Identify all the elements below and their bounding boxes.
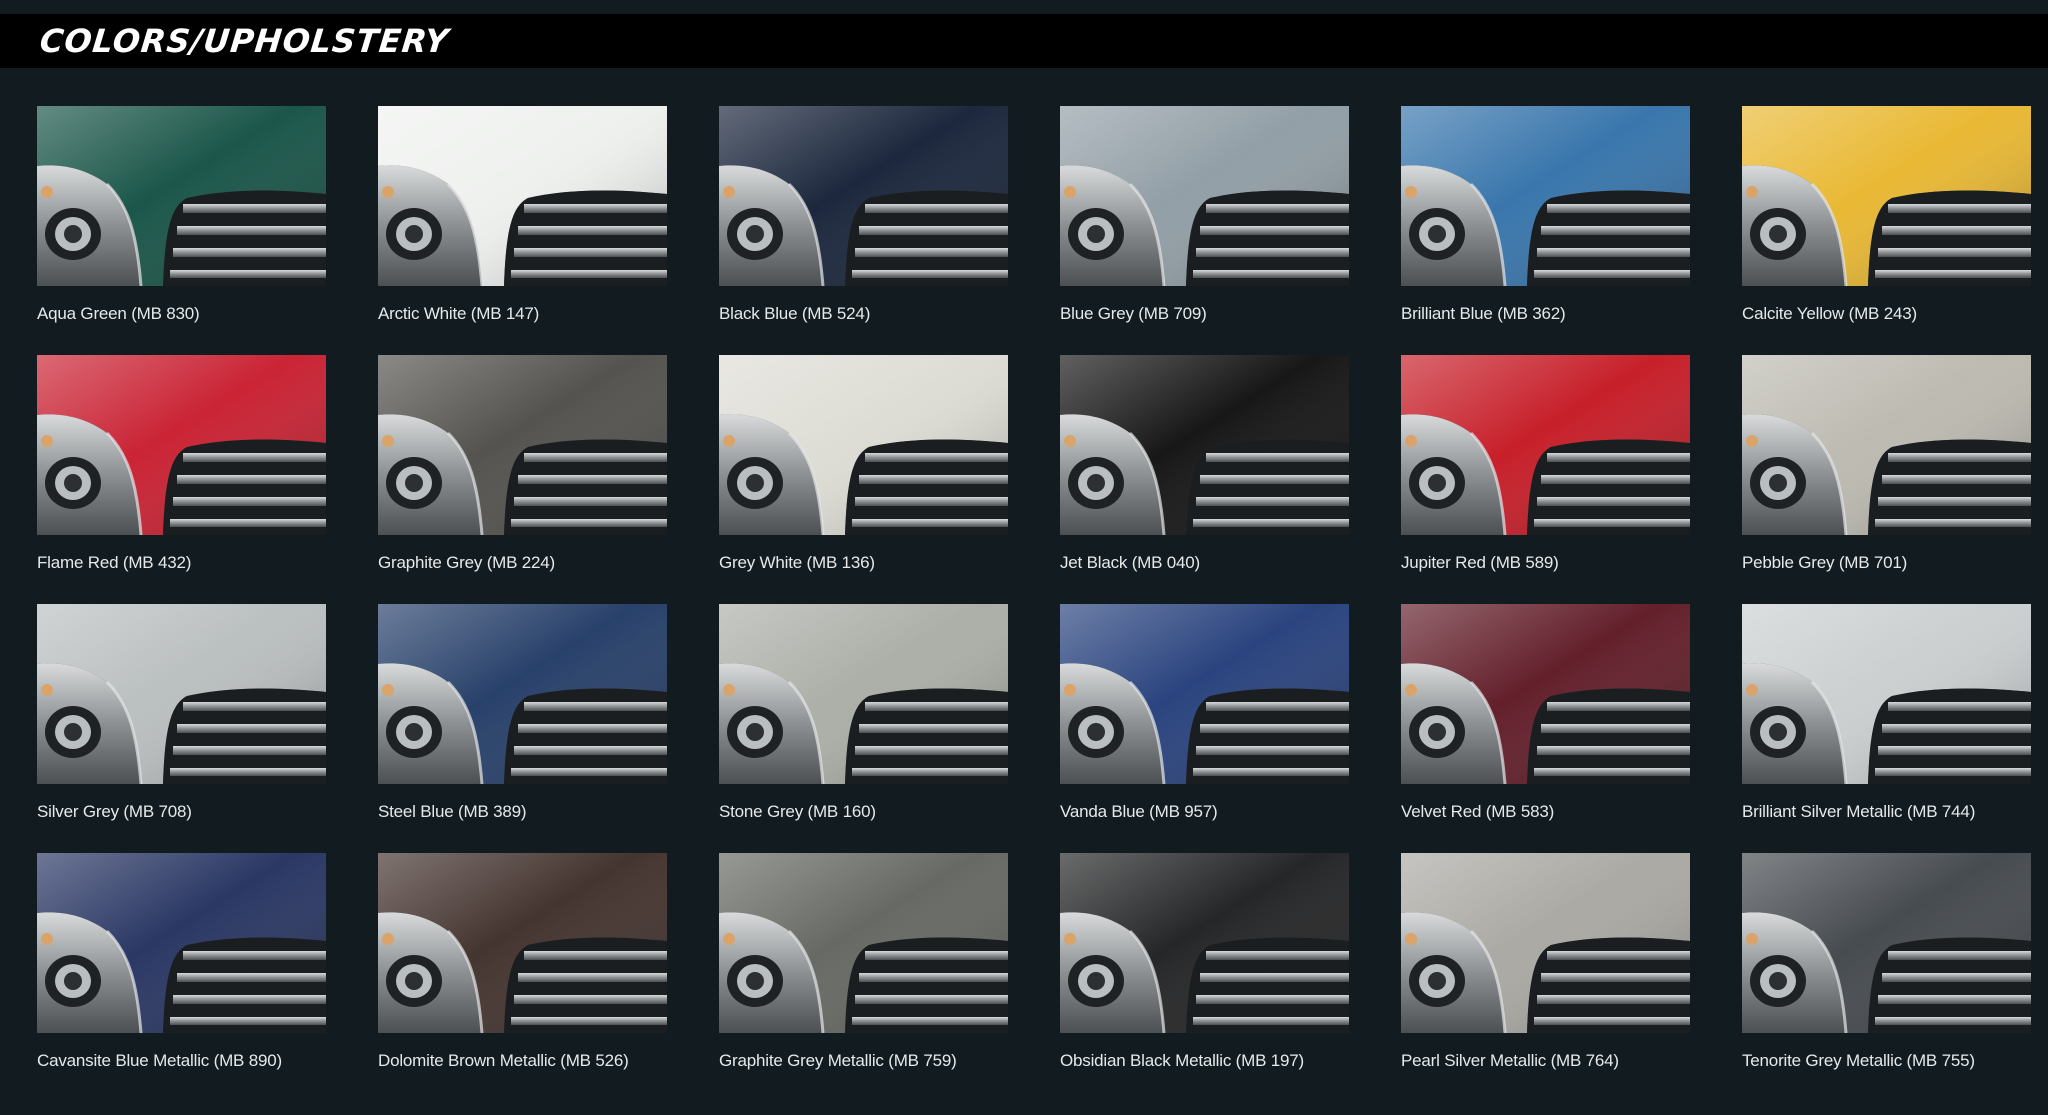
car-front-image <box>1401 853 1690 1033</box>
color-name-label: Silver Grey (MB 708) <box>37 802 192 821</box>
color-swatch[interactable]: Graphite Grey Metallic (MB 759) <box>719 853 1008 1102</box>
color-name-label: Graphite Grey (MB 224) <box>378 553 555 572</box>
car-front-image <box>1401 604 1690 784</box>
color-name-label: Arctic White (MB 147) <box>378 304 540 323</box>
car-front-image <box>37 355 326 535</box>
car-front-image <box>1401 106 1690 286</box>
car-front-image <box>719 355 1008 535</box>
color-swatch[interactable]: Brilliant Silver Metallic (MB 744) <box>1742 604 2031 853</box>
color-swatch[interactable]: Stone Grey (MB 160) <box>719 604 1008 853</box>
color-name-label: Vanda Blue (MB 957) <box>1060 802 1218 821</box>
car-front-image <box>719 106 1008 286</box>
header-bar: COLORS/UPHOLSTERY <box>0 14 2048 68</box>
color-swatch[interactable]: Graphite Grey (MB 224) <box>378 355 667 604</box>
color-name-label: Velvet Red (MB 583) <box>1401 802 1555 821</box>
color-name-label: Stone Grey (MB 160) <box>719 802 876 821</box>
car-front-image <box>1060 604 1349 784</box>
color-swatch[interactable]: Steel Blue (MB 389) <box>378 604 667 853</box>
color-name-label: Blue Grey (MB 709) <box>1060 304 1207 323</box>
color-name-label: Grey White (MB 136) <box>719 553 875 572</box>
car-front-image <box>719 853 1008 1033</box>
color-name-label: Calcite Yellow (MB 243) <box>1742 304 1917 323</box>
color-name-label: Graphite Grey Metallic (MB 759) <box>719 1051 957 1070</box>
color-swatch[interactable]: Silver Grey (MB 708) <box>37 604 326 853</box>
color-swatch-grid: Aqua Green (MB 830) Arctic White (MB 147)… <box>37 106 2033 1102</box>
car-front-image <box>378 604 667 784</box>
car-front-image <box>1742 355 2031 535</box>
color-name-label: Pearl Silver Metallic (MB 764) <box>1401 1051 1619 1070</box>
car-front-image <box>1060 853 1349 1033</box>
car-front-image <box>378 853 667 1033</box>
color-name-label: Steel Blue (MB 389) <box>378 802 527 821</box>
car-front-image <box>1401 355 1690 535</box>
color-swatch[interactable]: Velvet Red (MB 583) <box>1401 604 1690 853</box>
color-swatch[interactable]: Dolomite Brown Metallic (MB 526) <box>378 853 667 1102</box>
color-swatch[interactable]: Calcite Yellow (MB 243) <box>1742 106 2031 355</box>
color-swatch[interactable]: Blue Grey (MB 709) <box>1060 106 1349 355</box>
car-front-image <box>1742 106 2031 286</box>
page-title: COLORS/UPHOLSTERY <box>38 22 451 60</box>
color-name-label: Tenorite Grey Metallic (MB 755) <box>1742 1051 1975 1070</box>
color-swatch[interactable]: Obsidian Black Metallic (MB 197) <box>1060 853 1349 1102</box>
color-name-label: Cavansite Blue Metallic (MB 890) <box>37 1051 282 1070</box>
color-name-label: Brilliant Silver Metallic (MB 744) <box>1742 802 1976 821</box>
color-swatch[interactable]: Tenorite Grey Metallic (MB 755) <box>1742 853 2031 1102</box>
color-swatch[interactable]: Jupiter Red (MB 589) <box>1401 355 1690 604</box>
color-name-label: Dolomite Brown Metallic (MB 526) <box>378 1051 629 1070</box>
color-name-label: Pebble Grey (MB 701) <box>1742 553 1908 572</box>
car-front-image <box>37 604 326 784</box>
color-swatch[interactable]: Pearl Silver Metallic (MB 764) <box>1401 853 1690 1102</box>
color-swatch[interactable]: Grey White (MB 136) <box>719 355 1008 604</box>
color-swatch[interactable]: Brilliant Blue (MB 362) <box>1401 106 1690 355</box>
color-swatch[interactable]: Jet Black (MB 040) <box>1060 355 1349 604</box>
color-swatch[interactable]: Aqua Green (MB 830) <box>37 106 326 355</box>
color-swatch[interactable]: Black Blue (MB 524) <box>719 106 1008 355</box>
car-front-image <box>378 106 667 286</box>
color-swatch[interactable]: Pebble Grey (MB 701) <box>1742 355 2031 604</box>
car-front-image <box>719 604 1008 784</box>
color-name-label: Jupiter Red (MB 589) <box>1401 553 1559 572</box>
color-name-label: Aqua Green (MB 830) <box>37 304 200 323</box>
color-name-label: Obsidian Black Metallic (MB 197) <box>1060 1051 1304 1070</box>
car-front-image <box>1060 355 1349 535</box>
color-swatch[interactable]: Vanda Blue (MB 957) <box>1060 604 1349 853</box>
color-name-label: Flame Red (MB 432) <box>37 553 192 572</box>
color-name-label: Brilliant Blue (MB 362) <box>1401 304 1566 323</box>
color-name-label: Jet Black (MB 040) <box>1060 553 1201 572</box>
color-swatch[interactable]: Cavansite Blue Metallic (MB 890) <box>37 853 326 1102</box>
car-front-image <box>37 853 326 1033</box>
car-front-image <box>378 355 667 535</box>
car-front-image <box>37 106 326 286</box>
car-front-image <box>1742 853 2031 1033</box>
car-front-image <box>1742 604 2031 784</box>
color-swatch[interactable]: Arctic White (MB 147) <box>378 106 667 355</box>
car-front-image <box>1060 106 1349 286</box>
color-name-label: Black Blue (MB 524) <box>719 304 871 323</box>
colors-upholstery-page: COLORS/UPHOLSTERY Aqua Green (MB 830) Arc… <box>0 0 2048 1115</box>
color-swatch[interactable]: Flame Red (MB 432) <box>37 355 326 604</box>
